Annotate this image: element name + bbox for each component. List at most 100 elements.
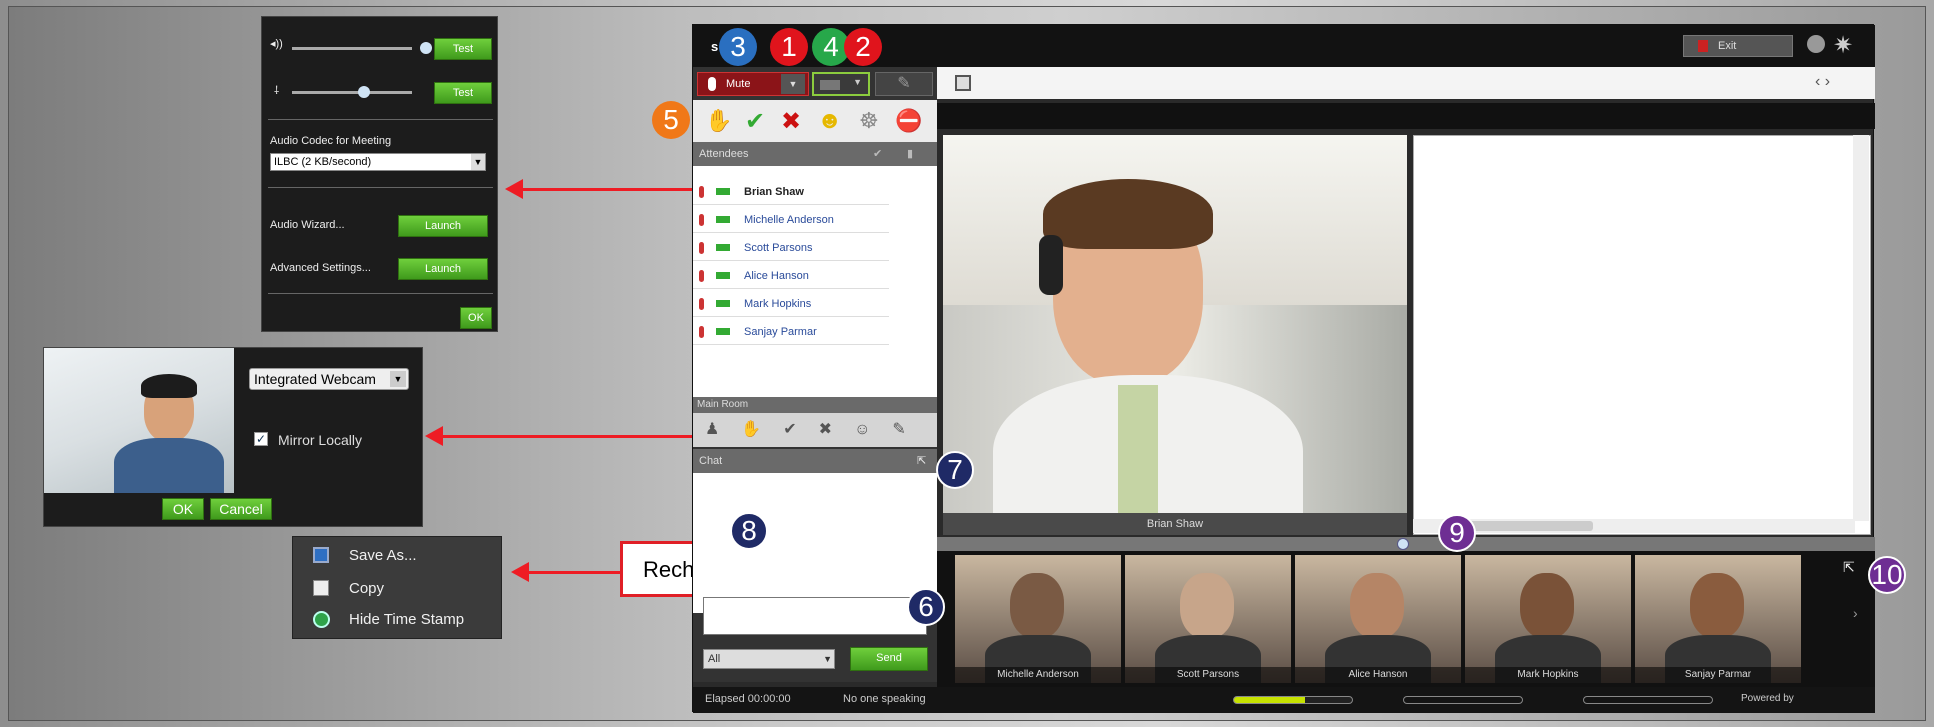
- exit-button[interactable]: Exit: [1683, 35, 1793, 57]
- chevron-right-icon[interactable]: ›: [1853, 605, 1858, 621]
- prev-next-icon[interactable]: ‹ ›: [1815, 73, 1830, 91]
- webcam-device-select[interactable]: Integrated Webcam ▼: [249, 368, 409, 390]
- popout-icon[interactable]: ⇱: [1843, 559, 1855, 576]
- attendee-name: Michelle Anderson: [744, 213, 834, 226]
- camera-icon: [716, 244, 730, 251]
- participant-thumbnail[interactable]: Sanjay Parmar: [1635, 555, 1801, 683]
- speaker-test-button[interactable]: Test: [434, 38, 492, 60]
- attendee-row[interactable]: Michelle Anderson: [693, 207, 889, 233]
- video-button[interactable]: ▼: [812, 72, 870, 96]
- step-away-icon[interactable]: ⛔: [895, 108, 922, 134]
- popout-icon[interactable]: ⇱: [917, 449, 926, 473]
- webcam-cancel-button[interactable]: Cancel: [210, 498, 272, 520]
- microphone-icon: [699, 325, 704, 338]
- speaker-volume-bar[interactable]: [1403, 696, 1523, 704]
- chat-recipient-select[interactable]: All ▼: [703, 649, 835, 669]
- chevron-down-icon[interactable]: ▼: [471, 154, 485, 170]
- stop-share-icon[interactable]: [955, 75, 971, 91]
- codec-label: Audio Codec for Meeting: [270, 135, 392, 147]
- attendee-row[interactable]: Mark Hopkins: [693, 291, 889, 317]
- cross-icon[interactable]: ✖: [781, 107, 801, 136]
- audio-options-dropdown[interactable]: ▼: [781, 74, 805, 94]
- audio-wizard-label: Audio Wizard...: [270, 219, 345, 231]
- content-toolbar: [937, 67, 1875, 99]
- chat-input[interactable]: [703, 597, 927, 635]
- mic-slider-knob[interactable]: [358, 86, 370, 98]
- participant-thumbnail[interactable]: Mark Hopkins: [1465, 555, 1631, 683]
- microphone-icon: [699, 241, 704, 254]
- audio-ok-button[interactable]: OK: [460, 307, 492, 329]
- mic-volume-slider[interactable]: [292, 91, 412, 94]
- person-head: [1350, 573, 1404, 639]
- hide-time-stamp-menu-item[interactable]: Hide Time Stamp: [293, 605, 503, 635]
- participant-thumbnail[interactable]: Alice Hanson: [1295, 555, 1461, 683]
- exit-label: Exit: [1718, 40, 1737, 52]
- badge-7: 7: [936, 451, 974, 489]
- chevron-down-icon: ▼: [823, 654, 832, 664]
- attendee-row[interactable]: Alice Hanson: [693, 263, 889, 289]
- attendee-row[interactable]: Sanjay Parmar: [693, 319, 889, 345]
- attendee-row[interactable]: Scott Parsons: [693, 235, 889, 261]
- webcam-preview-image: [44, 348, 234, 493]
- camera-icon: [716, 216, 730, 223]
- app-logo: s: [711, 39, 719, 54]
- help-icon[interactable]: [1807, 35, 1825, 53]
- main-room-label: Main Room: [697, 399, 749, 410]
- main-room-toolbar: ♟✋✔✖☺✎: [693, 413, 937, 447]
- save-as-menu-item[interactable]: Save As...: [293, 541, 503, 571]
- main-room-header: Main Room: [693, 397, 937, 413]
- microphone-icon: [699, 213, 704, 226]
- vertical-scrollbar[interactable]: [1853, 135, 1869, 521]
- trash-icon: ▮: [907, 148, 914, 160]
- copy-menu-item[interactable]: Copy: [293, 574, 503, 604]
- camera-icon: [716, 272, 730, 279]
- send-button[interactable]: Send: [850, 647, 928, 671]
- advanced-settings-launch-button[interactable]: Launch: [398, 258, 488, 280]
- advanced-settings-label: Advanced Settings...: [270, 262, 371, 274]
- chevron-down-icon[interactable]: ▼: [390, 371, 406, 387]
- whiteboard-area[interactable]: [1413, 135, 1871, 535]
- mirror-checkbox[interactable]: ✓: [254, 432, 268, 446]
- chat-recipient-value: All: [708, 653, 721, 665]
- splitter-handle[interactable]: [1397, 538, 1409, 550]
- pencil-button[interactable]: ✎: [875, 72, 933, 96]
- participant-name: Sanjay Parmar: [1684, 669, 1752, 680]
- attendees-header: Attendees ✔ ▮: [693, 142, 937, 166]
- person-head: [1010, 573, 1064, 639]
- camera-icon: [716, 188, 730, 195]
- participant-name: Mark Hopkins: [1517, 669, 1579, 680]
- check-icon[interactable]: ✔: [745, 107, 765, 136]
- chat-history[interactable]: [693, 473, 937, 613]
- participant-thumbnail[interactable]: Michelle Anderson: [955, 555, 1121, 683]
- audio-wizard-launch-button[interactable]: Launch: [398, 215, 488, 237]
- person-shirt: [114, 438, 224, 493]
- laugh-icon[interactable]: ☻: [817, 107, 842, 135]
- arrow-head: [505, 179, 523, 199]
- mute-label: Mute: [726, 78, 751, 90]
- badge-10: 10: [1868, 556, 1906, 594]
- raise-hand-icon[interactable]: ✋: [705, 108, 732, 134]
- divider: [268, 187, 493, 188]
- microphone-icon: [699, 297, 704, 310]
- mic-test-button[interactable]: Test: [434, 82, 492, 104]
- horizontal-scrollbar[interactable]: [1413, 519, 1855, 533]
- codec-value: ILBC (2 KB/second): [274, 156, 372, 168]
- applause-icon[interactable]: ☸: [859, 108, 879, 134]
- attendees-title: Attendees: [699, 148, 749, 160]
- thumbnail-nameplate: Mark Hopkins: [1465, 667, 1631, 683]
- speaker-slider-knob[interactable]: [420, 42, 432, 54]
- person-head: [1690, 573, 1744, 639]
- badge-8: 8: [730, 512, 768, 550]
- attendee-row[interactable]: Brian Shaw: [693, 179, 889, 205]
- headset: [1039, 235, 1063, 295]
- badge-6: 6: [907, 588, 945, 626]
- save-as-label: Save As...: [349, 547, 417, 564]
- speaker-volume-slider[interactable]: [292, 47, 412, 50]
- codec-select[interactable]: ILBC (2 KB/second) ▼: [270, 153, 486, 171]
- participant-thumbnail[interactable]: Scott Parsons: [1125, 555, 1291, 683]
- gear-icon[interactable]: ✷: [1833, 31, 1853, 60]
- mic-volume-bar[interactable]: [1583, 696, 1713, 704]
- person-hair: [141, 374, 197, 398]
- webcam-ok-button[interactable]: OK: [162, 498, 204, 520]
- camera-icon: [716, 300, 730, 307]
